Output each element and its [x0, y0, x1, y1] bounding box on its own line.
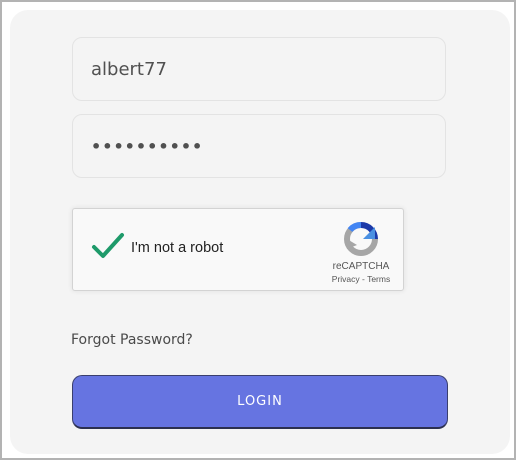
recaptcha-widget: I'm not a robot reCAPTCHA Privacy - Term…: [72, 208, 404, 291]
recaptcha-label: I'm not a robot: [131, 240, 224, 256]
password-value: ••••••••••: [91, 136, 204, 156]
forgot-password-link[interactable]: Forgot Password?: [71, 332, 193, 348]
recaptcha-privacy-link[interactable]: Privacy: [332, 274, 360, 284]
login-card: albert77 •••••••••• I'm not a robot reCA…: [10, 10, 510, 454]
recaptcha-brand: reCAPTCHA: [332, 261, 390, 272]
login-button[interactable]: LOGIN: [72, 375, 448, 429]
recaptcha-links: Privacy - Terms: [321, 274, 401, 284]
recaptcha-logo-icon: [341, 219, 381, 259]
login-button-label: LOGIN: [237, 394, 283, 409]
checkmark-icon[interactable]: [91, 231, 125, 261]
recaptcha-link-separator: -: [359, 274, 368, 284]
recaptcha-terms-link[interactable]: Terms: [367, 274, 390, 284]
password-field[interactable]: ••••••••••: [72, 114, 446, 178]
window-frame: albert77 •••••••••• I'm not a robot reCA…: [0, 0, 516, 460]
username-field[interactable]: albert77: [72, 37, 446, 101]
username-value: albert77: [91, 58, 167, 80]
